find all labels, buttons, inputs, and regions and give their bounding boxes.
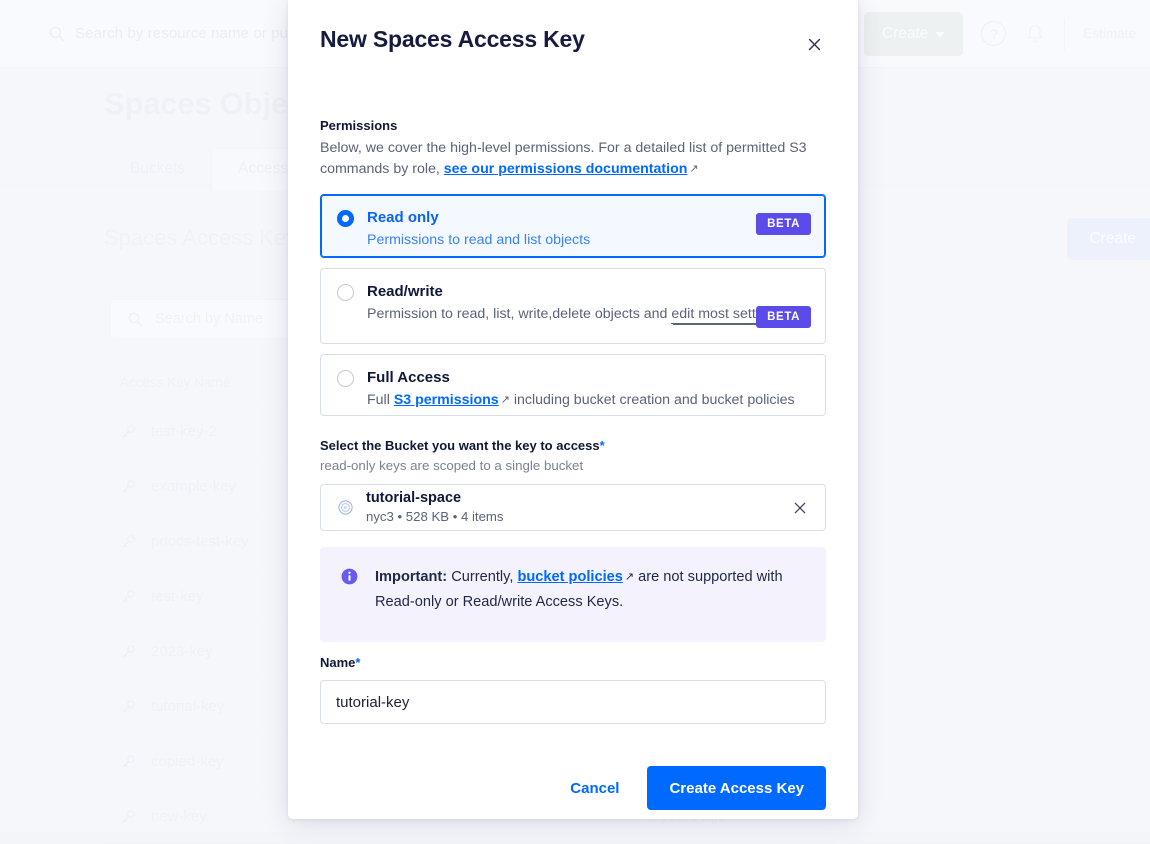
external-link-icon: ↗ bbox=[689, 163, 698, 175]
bucket-selected-info: tutorial-space nyc3 • 528 KB • 4 items bbox=[366, 490, 789, 525]
permission-title-read-only: Read only bbox=[367, 208, 809, 227]
permission-option-text: Read only Permissions to read and list o… bbox=[367, 208, 809, 250]
dialog-body: Permissions Below, we cover the high-lev… bbox=[288, 56, 858, 724]
info-icon bbox=[340, 567, 359, 586]
name-field-label-text: Name bbox=[320, 655, 355, 670]
permissions-description: Below, we cover the high-level permissio… bbox=[320, 138, 826, 180]
permission-title-read-write: Read/write bbox=[367, 282, 809, 301]
s3-permissions-link[interactable]: S3 permissions bbox=[394, 392, 499, 408]
required-marker: * bbox=[600, 438, 605, 453]
permission-option-text: Read/write Permission to read, list, wri… bbox=[367, 282, 809, 324]
beta-badge-read-write: BETA bbox=[756, 306, 811, 328]
permission-option-text: Full Access Full S3 permissions↗ includi… bbox=[367, 368, 809, 411]
radio-full-access[interactable] bbox=[337, 370, 354, 387]
important-callout-text: Important: Currently, bucket policies↗ a… bbox=[375, 565, 806, 614]
clear-icon bbox=[792, 500, 808, 516]
radio-read-only[interactable] bbox=[337, 210, 354, 227]
bucket-select-label: Select the Bucket you want the key to ac… bbox=[320, 438, 826, 453]
bucket-select-label-text: Select the Bucket you want the key to ac… bbox=[320, 438, 600, 453]
cancel-button[interactable]: Cancel bbox=[552, 768, 637, 809]
important-callout: Important: Currently, bucket policies↗ a… bbox=[320, 547, 826, 642]
permissions-documentation-link[interactable]: see our permissions documentation bbox=[444, 161, 688, 177]
permission-desc-text-pre: Full bbox=[367, 392, 394, 408]
permissions-label: Permissions bbox=[320, 118, 826, 133]
radio-read-write[interactable] bbox=[337, 284, 354, 301]
dialog-footer: Cancel Create Access Key bbox=[288, 766, 858, 838]
dialog-header: New Spaces Access Key bbox=[288, 0, 858, 56]
bucket-policies-link[interactable]: bucket policies bbox=[517, 569, 622, 585]
permission-title-full-access: Full Access bbox=[367, 368, 809, 387]
clear-bucket-button[interactable] bbox=[789, 497, 811, 519]
spaces-bucket-icon bbox=[337, 499, 354, 516]
bucket-select-hint: read-only keys are scoped to a single bu… bbox=[320, 458, 826, 473]
permission-option-read-only[interactable]: Read only Permissions to read and list o… bbox=[320, 194, 826, 258]
bucket-selected-name: tutorial-space bbox=[366, 490, 789, 507]
new-access-key-dialog: New Spaces Access Key Permissions Below,… bbox=[288, 0, 858, 819]
permission-desc-text-post: including bucket creation and bucket pol… bbox=[510, 392, 795, 408]
required-marker: * bbox=[355, 655, 360, 670]
close-button[interactable] bbox=[802, 32, 826, 56]
permission-desc-text: Permission to read, list, write,delete o… bbox=[367, 306, 671, 322]
permission-desc-read-only: Permissions to read and list objects bbox=[367, 231, 809, 250]
create-access-key-submit[interactable]: Create Access Key bbox=[647, 766, 826, 810]
permission-desc-full-access: Full S3 permissions↗ including bucket cr… bbox=[367, 391, 809, 411]
callout-text-pre: Currently, bbox=[447, 569, 517, 585]
permission-option-read-write[interactable]: Read/write Permission to read, list, wri… bbox=[320, 268, 826, 344]
external-link-icon: ↗ bbox=[625, 571, 634, 583]
beta-badge-read-only: BETA bbox=[756, 213, 811, 235]
name-field-label: Name* bbox=[320, 655, 826, 670]
name-input[interactable] bbox=[320, 680, 826, 724]
dialog-title: New Spaces Access Key bbox=[320, 26, 585, 53]
external-link-icon: ↗ bbox=[501, 394, 510, 406]
close-icon bbox=[806, 36, 823, 53]
permission-option-full-access[interactable]: Full Access Full S3 permissions↗ includi… bbox=[320, 354, 826, 416]
callout-strong: Important: bbox=[375, 569, 447, 585]
bucket-selected-meta: nyc3 • 528 KB • 4 items bbox=[366, 509, 789, 525]
permissions-options: Read only Permissions to read and list o… bbox=[320, 194, 826, 416]
permission-desc-read-write: Permission to read, list, write,delete o… bbox=[367, 305, 809, 324]
bucket-select-field[interactable]: tutorial-space nyc3 • 528 KB • 4 items bbox=[320, 484, 826, 531]
